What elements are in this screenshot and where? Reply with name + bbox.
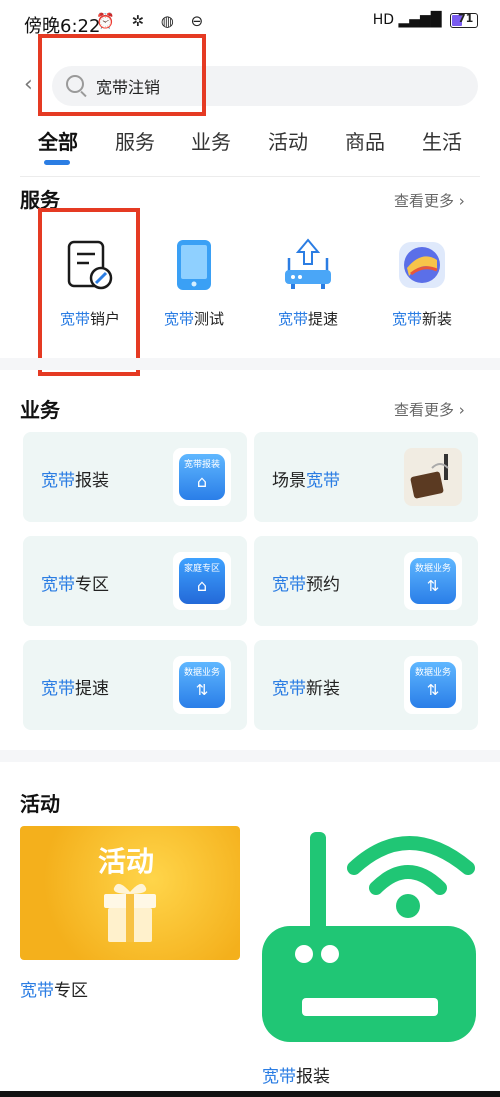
- business-card-new-install[interactable]: 宽带新装 数据业务 ⇅: [254, 640, 478, 730]
- activity-label-zone[interactable]: 宽带专区: [20, 976, 88, 1001]
- service-highlight-box: [38, 208, 140, 376]
- data-service-thumb: 数据业务 ⇅: [404, 656, 462, 714]
- phone-icon: [177, 240, 211, 290]
- business-card-label: 宽带专区: [41, 575, 109, 595]
- tab-business[interactable]: 业务: [191, 126, 231, 155]
- service-label: 宽带提速: [277, 310, 339, 328]
- business-section-title: 业务: [20, 398, 60, 422]
- tab-life[interactable]: 生活: [422, 126, 462, 155]
- business-card-label: 宽带提速: [41, 679, 109, 699]
- scene-router-photo: [404, 448, 462, 506]
- business-card-label: 宽带新装: [272, 679, 340, 699]
- section-separator: [0, 750, 500, 762]
- business-card-reserve[interactable]: 宽带预约 数据业务 ⇅: [254, 536, 478, 626]
- battery-icon: 71: [450, 12, 478, 28]
- tabs-divider: [20, 176, 480, 177]
- activity-banner-zone[interactable]: 活动: [20, 826, 240, 960]
- tab-all[interactable]: 全部: [38, 126, 78, 155]
- data-service-thumb: 数据业务 ⇅: [404, 552, 462, 610]
- signal-wifi-icon: HD ▂▄▆█: [372, 12, 446, 28]
- business-card-install[interactable]: 宽带报装 宽带报装 ⌂: [23, 432, 247, 522]
- business-card-zone[interactable]: 宽带专区 家庭专区 ⌂: [23, 536, 247, 626]
- tab-services[interactable]: 服务: [115, 126, 155, 155]
- service-label: 宽带新装: [391, 310, 453, 328]
- router-upload-icon: [285, 238, 331, 289]
- tab-activities[interactable]: 活动: [268, 126, 308, 155]
- gift-icon: [104, 883, 156, 942]
- back-chevron-icon[interactable]: ‹: [24, 72, 33, 97]
- data-service-thumb: 数据业务 ⇅: [173, 656, 231, 714]
- section-separator: [0, 358, 500, 370]
- search-highlight-box: [38, 34, 206, 116]
- business-card-scene[interactable]: 场景宽带: [254, 432, 478, 522]
- bottom-bar: [0, 1091, 500, 1097]
- active-tab-indicator: [44, 160, 70, 165]
- tab-products[interactable]: 商品: [345, 126, 385, 155]
- service-item-speedup[interactable]: 宽带提速: [258, 238, 358, 338]
- services-more-link[interactable]: 查看更多 ›: [394, 190, 465, 211]
- business-card-label: 宽带预约: [272, 575, 340, 595]
- service-item-test[interactable]: 宽带测试: [144, 238, 244, 338]
- business-more-link[interactable]: 查看更多 ›: [394, 399, 465, 420]
- business-card-label: 场景宽带: [272, 471, 340, 491]
- broadband-install-thumb: 宽带报装 ⌂: [173, 448, 231, 506]
- activity-label-install[interactable]: 宽带报装: [262, 1062, 330, 1087]
- home-zone-thumb: 家庭专区 ⌂: [173, 552, 231, 610]
- activity-banner-text: 活动: [98, 845, 155, 878]
- business-card-speedup[interactable]: 宽带提速 数据业务 ⇅: [23, 640, 247, 730]
- service-item-install[interactable]: 宽带新装: [372, 238, 472, 338]
- service-label: 宽带测试: [163, 310, 225, 328]
- router-wifi-icon[interactable]: [258, 826, 480, 1052]
- category-tabs: 全部 服务 业务 活动 商品 生活: [0, 122, 500, 174]
- activities-section-title: 活动: [20, 792, 60, 816]
- globe-app-icon: [399, 242, 445, 288]
- status-notification-icons: ⏰ ✲ ◍ ⊖: [96, 12, 210, 30]
- business-card-label: 宽带报装: [41, 471, 109, 491]
- status-right: HD ▂▄▆█ 71: [373, 12, 478, 28]
